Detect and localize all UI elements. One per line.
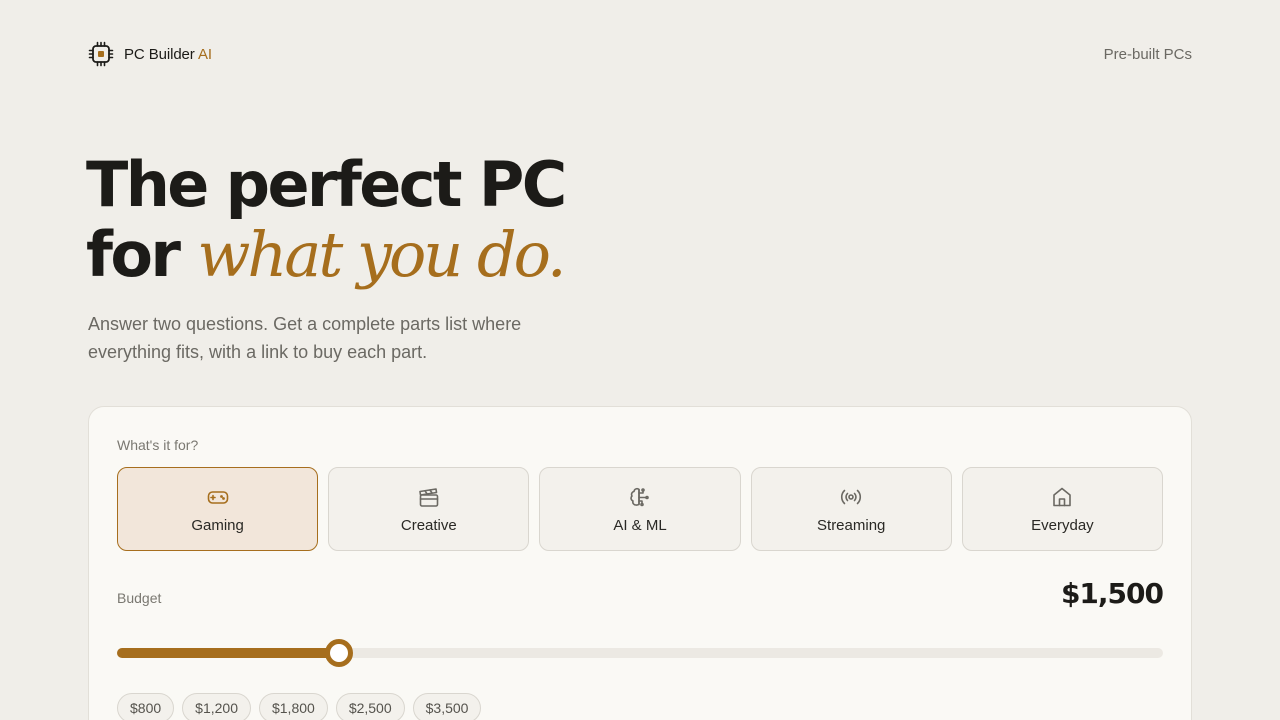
- budget-slider[interactable]: [117, 639, 1163, 667]
- option-gaming[interactable]: Gaming: [117, 467, 319, 551]
- brand-accent: AI: [197, 45, 212, 63]
- radio-broadcast-icon: [841, 489, 862, 504]
- hero-subtitle: Answer two questions. Get a complete par…: [88, 314, 522, 362]
- builder-card: What's it for? Gaming Creative AI & ML S…: [88, 406, 1192, 720]
- gamepad-icon: [207, 490, 228, 504]
- option-everyday[interactable]: Everyday: [961, 467, 1164, 551]
- hero-heading: The perfect PC for what you do.: [86, 148, 567, 291]
- option-label: AI & ML: [613, 516, 667, 534]
- clapperboard-icon: [418, 487, 439, 507]
- option-ai-ml[interactable]: AI & ML: [539, 467, 741, 551]
- preset-1800[interactable]: $1,800: [258, 693, 328, 720]
- preset-3500[interactable]: $3,500: [412, 693, 482, 720]
- prebuilt-pcs-link[interactable]: Pre-built PCs: [1104, 46, 1192, 63]
- hero-title-accent: what you do.: [197, 218, 566, 291]
- brand[interactable]: PC Builder AI: [88, 41, 212, 67]
- slider-thumb[interactable]: [324, 639, 353, 667]
- preset-800[interactable]: $800: [117, 693, 175, 720]
- use-case-label: What's it for?: [117, 437, 199, 453]
- home-icon: [1053, 487, 1072, 506]
- preset-2500[interactable]: $2,500: [335, 693, 405, 720]
- hero-title-prefix: for: [86, 218, 181, 291]
- option-creative[interactable]: Creative: [328, 467, 530, 551]
- brand-name: PC Builder AI: [124, 45, 212, 63]
- budget-label: Budget: [117, 590, 162, 606]
- hero-title-line-2: for what you do.: [86, 218, 567, 291]
- top-bar: PC Builder AI Pre-built PCs: [88, 40, 1192, 68]
- option-label: Creative: [400, 516, 457, 534]
- use-case-options: Gaming Creative AI & ML Streaming Everyd…: [117, 467, 1164, 551]
- budget-value: $1,500: [1060, 577, 1164, 610]
- budget-presets: $800 $1,200 $1,800 $2,500 $3,500: [117, 693, 482, 720]
- hero-title-line-1: The perfect PC: [86, 148, 567, 221]
- option-streaming[interactable]: Streaming: [750, 467, 952, 551]
- brain-circuit-icon: [630, 487, 649, 506]
- preset-1200[interactable]: $1,200: [182, 693, 251, 720]
- option-label: Gaming: [191, 516, 244, 534]
- option-label: Everyday: [1031, 516, 1094, 534]
- option-label: Streaming: [817, 516, 886, 534]
- cpu-chip-icon: [88, 41, 114, 67]
- slider-fill: [117, 648, 339, 658]
